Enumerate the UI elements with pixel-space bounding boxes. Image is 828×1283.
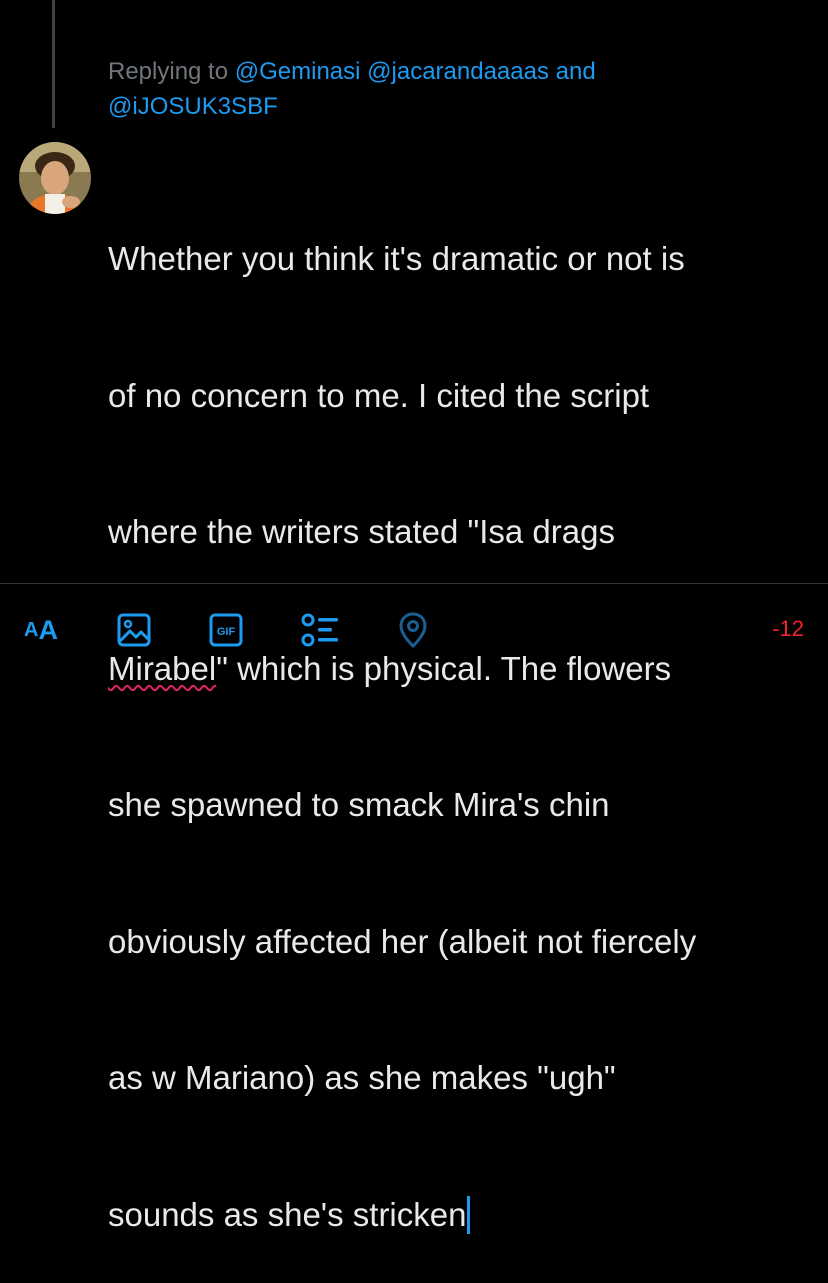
compose-textarea[interactable]: Whether you think it's dramatic or not i…: [108, 145, 808, 1283]
poll-list-icon: [301, 613, 338, 647]
avatar[interactable]: [19, 142, 91, 214]
compose-line: Whether you think it's dramatic or not i…: [108, 240, 685, 277]
compose-line: where the writers stated "Isa drags: [108, 513, 615, 550]
add-poll-button[interactable]: [299, 610, 341, 650]
thread-line: [52, 0, 55, 128]
add-location-button[interactable]: [396, 610, 430, 650]
gif-label: GIF: [217, 626, 236, 638]
avatar-photo: [19, 142, 91, 214]
mention-conjunction[interactable]: and: [556, 58, 596, 85]
mention-link[interactable]: @jacarandaaaas: [367, 58, 549, 85]
text-format-button[interactable]: AA: [18, 610, 64, 650]
mention-link[interactable]: @iJOSUK3SBF: [108, 93, 278, 120]
add-image-button[interactable]: [115, 610, 153, 650]
add-gif-button[interactable]: GIF: [209, 610, 243, 650]
compose-line: she spawned to smack Mira's chin: [108, 786, 610, 823]
replying-to: Replying to @Geminasi @jacarandaaaas and…: [108, 54, 798, 124]
location-pin-icon: [399, 612, 427, 648]
character-counter: -12: [772, 616, 804, 641]
text-format-small: A: [24, 618, 39, 641]
compose-line-last: sounds as she's stricken: [108, 1192, 808, 1238]
replying-prefix: Replying to: [108, 58, 229, 85]
compose-toolbar: AA GIF -12: [0, 584, 828, 679]
mention-link[interactable]: @Geminasi: [235, 58, 361, 85]
image-icon: [117, 613, 151, 647]
compose-line-text: sounds as she's stricken: [108, 1195, 467, 1233]
compose-line: as w Mariano) as she makes "ugh": [108, 1059, 616, 1096]
compose-line: of no concern to me. I cited the script: [108, 376, 650, 414]
compose-line: obviously affected her (albeit not fierc…: [108, 922, 697, 960]
text-caret: [467, 1195, 471, 1234]
gif-icon: GIF: [209, 613, 243, 647]
text-format-big: A: [38, 614, 58, 645]
